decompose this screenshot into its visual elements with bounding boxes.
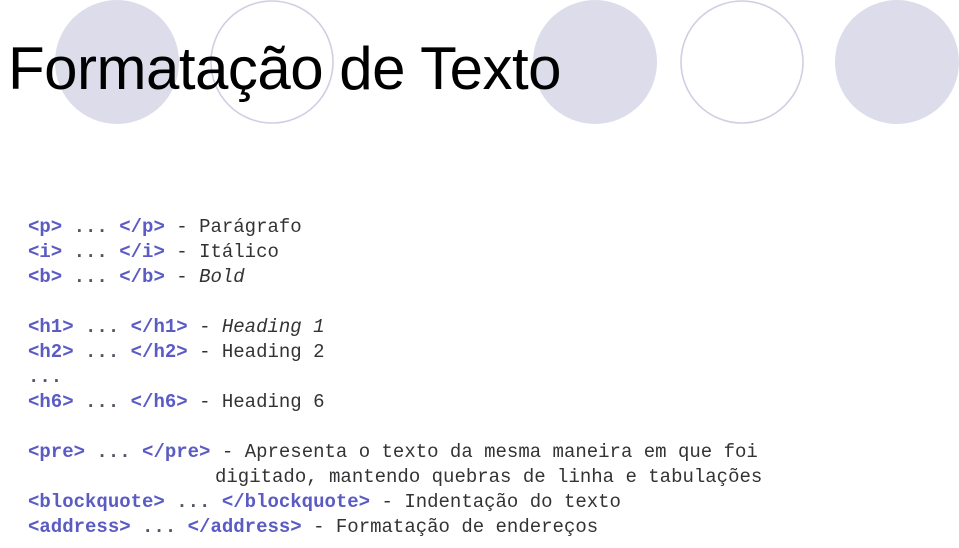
- close-tag: </b>: [119, 266, 165, 288]
- open-tag: <blockquote>: [28, 491, 165, 513]
- open-tag: <b>: [28, 266, 63, 288]
- open-tag: <h1>: [28, 316, 74, 338]
- close-tag: </h1>: [130, 316, 188, 338]
- separator-dash: -: [176, 266, 188, 288]
- open-tag: <pre>: [28, 441, 86, 463]
- ellipsis: ...: [73, 216, 108, 238]
- list-item: <b> ... </b> - Bold: [0, 265, 959, 290]
- ellipsis: ...: [85, 316, 120, 338]
- list-item: <blockquote> ... </blockquote> - Indenta…: [0, 490, 959, 515]
- tag-description: Parágrafo: [199, 216, 302, 238]
- list-item-ellipsis: ...: [28, 366, 63, 388]
- close-tag: </pre>: [142, 441, 211, 463]
- tag-description: Itálico: [199, 241, 279, 263]
- close-tag: </address>: [187, 516, 302, 538]
- close-tag: </i>: [119, 241, 165, 263]
- open-tag: <address>: [28, 516, 131, 538]
- list-item: <h6> ... </h6> - Heading 6: [0, 390, 959, 415]
- tag-description: Heading 6: [221, 391, 325, 413]
- open-tag: <h6>: [28, 391, 74, 413]
- ellipsis: ...: [96, 441, 131, 463]
- open-tag: <p>: [28, 216, 63, 238]
- ellipsis: ...: [176, 491, 211, 513]
- ellipsis: ...: [142, 516, 177, 538]
- separator-dash: -: [199, 316, 211, 338]
- ellipsis: ...: [73, 241, 108, 263]
- list-item: <address> ... </address> - Formatação de…: [0, 515, 959, 540]
- tag-description: Heading 1: [221, 316, 325, 338]
- tag-reference-list: <p> ... </p> - Parágrafo <i> ... </i> - …: [0, 215, 959, 540]
- tag-description: Bold: [199, 266, 245, 288]
- tag-description-continuation: digitado, mantendo quebras de linha e ta…: [215, 466, 763, 488]
- list-item: <h2> ... </h2> - Heading 2: [0, 340, 959, 365]
- separator-dash: -: [176, 216, 188, 238]
- tag-description: Apresenta o texto da mesma maneira em qu…: [244, 441, 758, 463]
- open-tag: <h2>: [28, 341, 74, 363]
- tag-description: Heading 2: [221, 341, 325, 363]
- separator-dash: -: [199, 341, 211, 363]
- separator-dash: -: [313, 516, 325, 538]
- list-item: <p> ... </p> - Parágrafo: [0, 215, 959, 240]
- tag-description: Formatação de endereços: [335, 516, 599, 538]
- page-title: Formatação de Texto: [8, 35, 562, 102]
- ellipsis: ...: [85, 391, 120, 413]
- separator-dash: -: [176, 241, 188, 263]
- open-tag: <i>: [28, 241, 63, 263]
- separator-dash: -: [199, 391, 211, 413]
- close-tag: </h2>: [130, 341, 188, 363]
- separator-dash: -: [221, 441, 234, 463]
- ellipsis: ...: [73, 266, 108, 288]
- ellipsis: ...: [85, 341, 120, 363]
- close-tag: </blockquote>: [221, 491, 371, 513]
- list-item: <h1> ... </h1> - Heading 1: [0, 315, 959, 340]
- list-item: <pre> ... </pre> - Apresenta o texto da …: [0, 440, 959, 465]
- list-item: <i> ... </i> - Itálico: [0, 240, 959, 265]
- close-tag: </h6>: [130, 391, 188, 413]
- tag-description: Indentação do texto: [404, 491, 621, 513]
- separator-dash: -: [381, 491, 393, 513]
- close-tag: </p>: [119, 216, 165, 238]
